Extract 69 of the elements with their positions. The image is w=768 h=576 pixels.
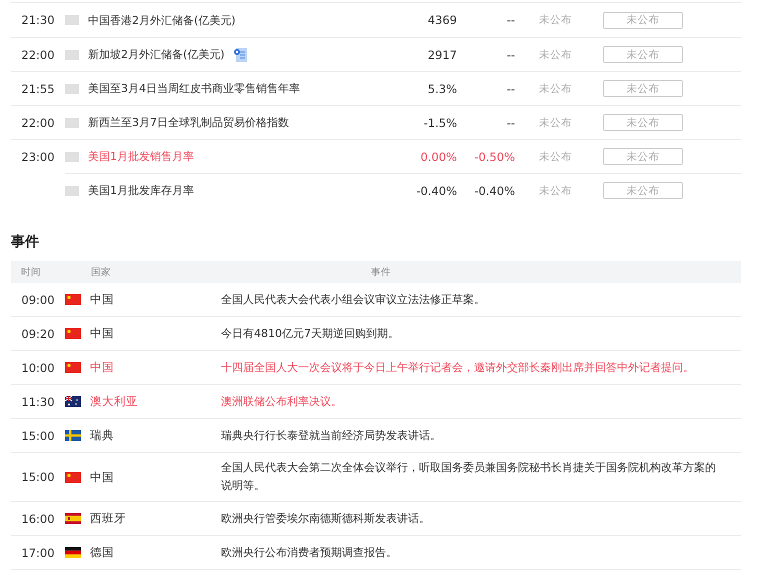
country-name: 中国	[90, 326, 115, 341]
country-name: 德国	[90, 545, 115, 560]
flag-placeholder	[65, 50, 79, 60]
flag-placeholder	[65, 118, 79, 128]
event-text: 澳洲联储公布利率决议。	[221, 394, 343, 410]
forecast-value: -0.40%	[473, 184, 515, 198]
actual-value: 未公布	[539, 13, 573, 27]
forecast-value: --	[506, 82, 515, 96]
previous-value: -0.40%	[415, 184, 457, 198]
country-name: 澳大利亚	[90, 394, 139, 409]
country-name: 西班牙	[90, 511, 127, 526]
column-header: 国家	[90, 266, 112, 278]
forecast-value: --	[506, 13, 515, 27]
forecast-value: -0.50%	[473, 150, 515, 164]
actual-value: 未公布	[539, 184, 573, 198]
forecast-value: --	[506, 116, 515, 130]
unpublished-button[interactable]: 未公布	[603, 114, 683, 131]
unpublished-button[interactable]: 未公布	[603, 182, 683, 199]
forecast-value: --	[506, 48, 515, 62]
time-text: 09:00	[20, 292, 56, 306]
indicator-name: 美国1月批发库存月率	[88, 183, 194, 198]
time-text: 22:00	[21, 116, 55, 130]
actual-value: 未公布	[539, 82, 573, 96]
previous-value: 5.3%	[426, 82, 457, 96]
country-name: 中国	[90, 360, 115, 375]
previous-value: 0.00%	[419, 150, 457, 164]
time-text: 11:30	[20, 394, 56, 408]
time-text: 22:00	[21, 48, 55, 62]
unpublished-button[interactable]: 未公布	[603, 46, 683, 63]
flag-placeholder	[65, 15, 79, 25]
time-text: 23:00	[21, 150, 55, 164]
previous-value: -1.5%	[422, 116, 457, 130]
country-name: 中国	[90, 292, 115, 307]
country-name: 中国	[90, 470, 115, 484]
time-text: 16:00	[20, 512, 56, 526]
time-text: 10:00	[20, 360, 56, 374]
column-header: 时间	[20, 266, 42, 278]
country-name: 瑞典	[90, 428, 115, 443]
flag-placeholder	[65, 152, 79, 162]
event-text: 全国人民代表大会第二次全体会议举行，听取国务委员兼国务院秘书长肖捷关于国务院机构改革方案的说明等。	[221, 460, 717, 494]
event-text: 瑞典央行行长泰登就当前经济局势发表讲话。	[221, 428, 442, 444]
time-text: 17:00	[20, 546, 56, 560]
time-text: 09:20	[20, 326, 56, 340]
actual-value: 未公布	[539, 150, 573, 164]
previous-value: 4369	[426, 13, 457, 27]
section-title: 事件	[11, 233, 40, 251]
time-text: 21:55	[21, 82, 55, 96]
indicator-name: 美国至3月4日当周红皮书商业零售销售年率	[88, 81, 300, 96]
unpublished-button[interactable]: 未公布	[603, 148, 683, 165]
event-text: 今日有4810亿元7天期逆回购到期。	[221, 326, 400, 342]
time-text: 21:30	[21, 13, 55, 27]
event-text: 欧洲央行管委埃尔南德斯德科斯发表讲话。	[221, 510, 431, 526]
time-text: 15:00	[20, 470, 56, 484]
actual-value: 未公布	[539, 48, 573, 62]
column-header: 事件	[370, 266, 392, 278]
flag-placeholder	[65, 84, 79, 94]
event-text: 全国人民代表大会代表小组会议审议立法法修正草案。	[221, 292, 486, 308]
unpublished-button[interactable]: 未公布	[603, 12, 683, 28]
indicator-name: 美国1月批发销售月率	[88, 149, 194, 164]
previous-value: 2917	[426, 48, 457, 62]
flag-placeholder	[65, 186, 79, 196]
unpublished-button[interactable]: 未公布	[603, 80, 683, 97]
time-text: 15:00	[20, 428, 56, 442]
actual-value: 未公布	[539, 116, 573, 130]
event-text: 欧洲央行公布消费者预期调查报告。	[221, 544, 398, 560]
event-text: 十四届全国人大一次会议将于今日上午举行记者会，邀请外交部长秦刚出席并回答中外记者提问。	[221, 360, 695, 376]
indicator-name: 新加坡2月外汇储备(亿美元)	[88, 47, 225, 62]
indicator-name: 中国香港2月外汇储备(亿美元)	[88, 12, 236, 28]
indicator-name: 新西兰至3月7日全球乳制品贸易价格指数	[88, 115, 289, 130]
